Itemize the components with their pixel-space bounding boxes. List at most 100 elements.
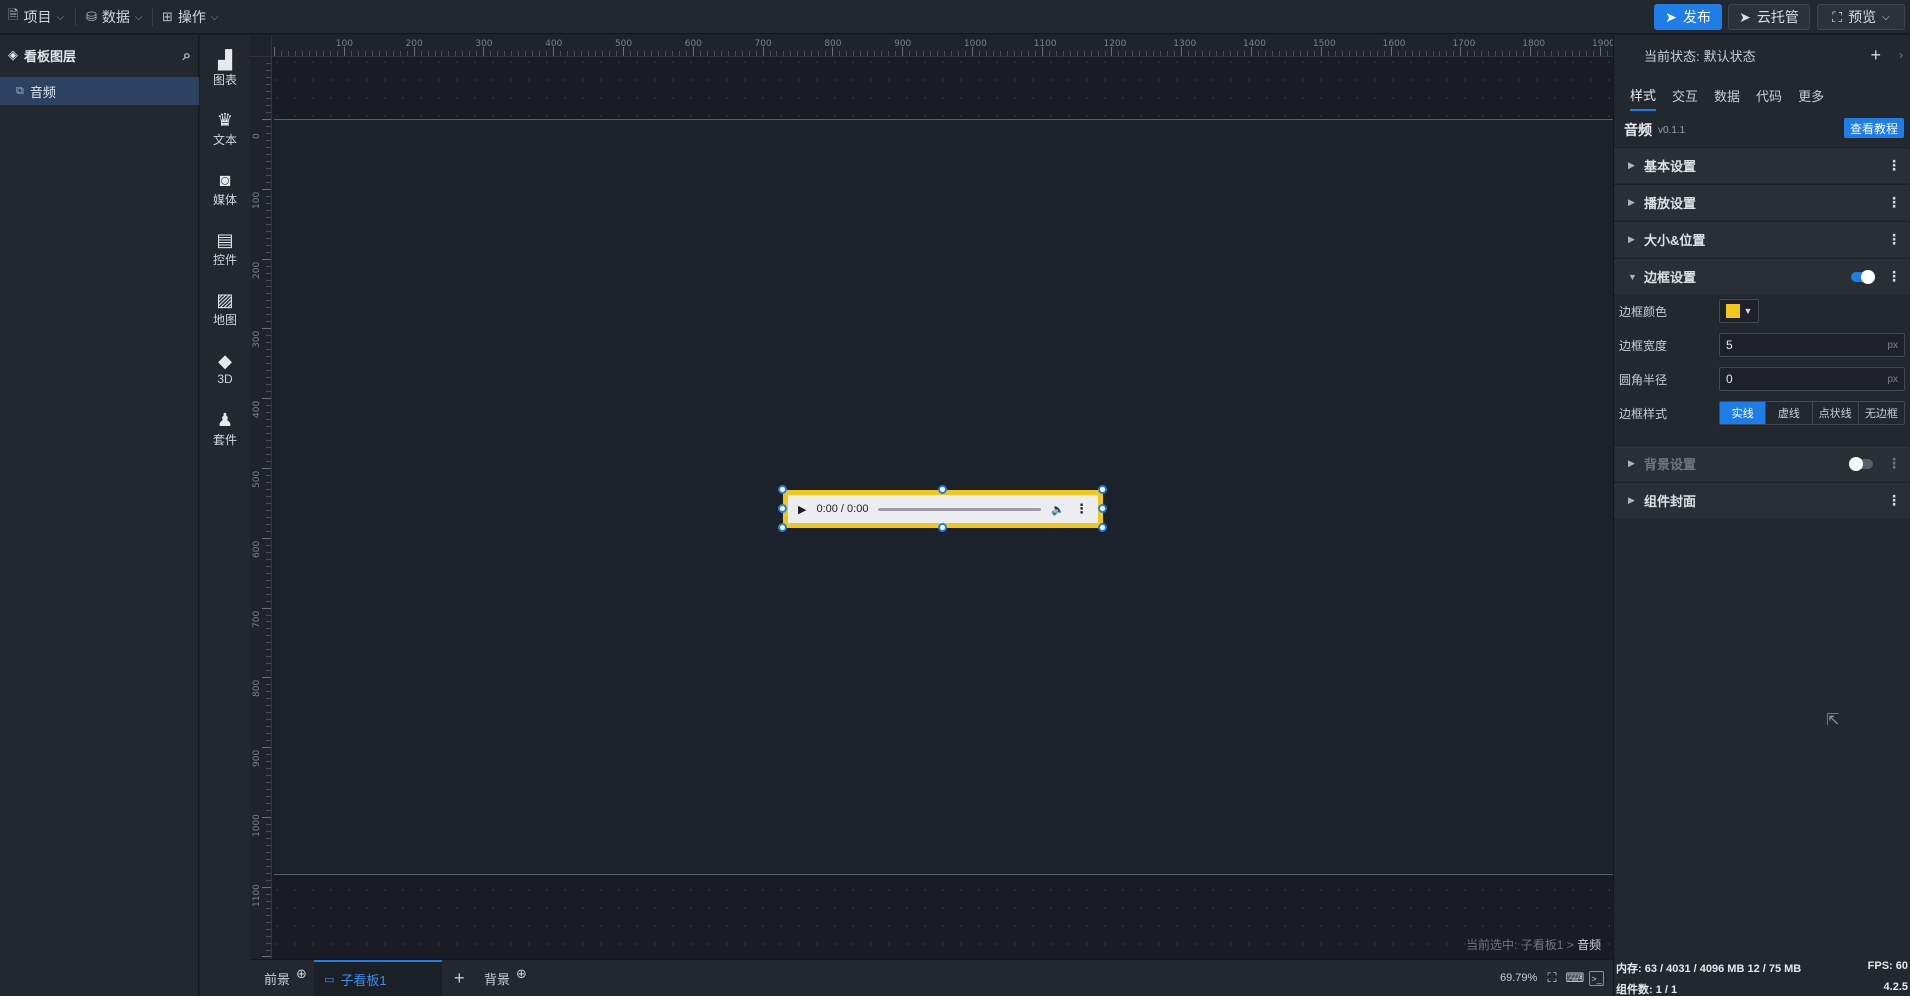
resize-handle-bottom[interactable] [938, 523, 947, 532]
ruler-tick [266, 579, 271, 581]
ruler-tick [266, 656, 271, 658]
fit-screen-icon[interactable]: ⛶ [1543, 969, 1561, 987]
border-style-dashed[interactable]: 虚线 [1765, 402, 1811, 424]
ruler-tick [950, 51, 952, 56]
more-options-icon[interactable]: ⋮ [1075, 501, 1088, 517]
ruler-tick [266, 70, 271, 72]
ruler-tick [734, 51, 736, 56]
resize-handle-top[interactable] [938, 485, 947, 494]
component-media[interactable]: ◙ 媒体 [200, 163, 250, 215]
component-text[interactable]: ♛ 文本 [200, 103, 250, 155]
border-toggle[interactable] [1851, 269, 1875, 284]
ruler-tick [1572, 51, 1574, 56]
ruler-tick [262, 467, 271, 469]
kebab-menu-icon[interactable]: ⋮ [1887, 455, 1901, 472]
border-radius-input[interactable]: 0 px [1719, 367, 1905, 391]
layer-item-audio[interactable]: ⧉ 音频 [0, 77, 199, 105]
tab-sub-board-1[interactable]: ▭ 子看板1 [314, 960, 442, 996]
component-chart[interactable]: ▟ 图表 [200, 43, 250, 95]
volume-icon[interactable]: 🔈 [1051, 503, 1065, 516]
ruler-tick [1453, 51, 1455, 56]
section-background-settings[interactable]: ▶ 背景设置 ⋮ [1614, 445, 1910, 481]
resize-handle-left[interactable] [778, 504, 787, 513]
border-style-segmented: 实线 虚线 点状线 无边框 [1719, 401, 1905, 425]
resize-handle-right[interactable] [1098, 504, 1107, 513]
tab-code[interactable]: 代码 [1756, 79, 1782, 111]
ruler-tick [1153, 51, 1155, 56]
add-tab-button[interactable]: + [448, 960, 471, 996]
view-tutorial-button[interactable]: 查看教程 [1844, 118, 1904, 138]
resize-handle-top-left[interactable] [778, 485, 787, 494]
component-kit[interactable]: ♟ 套件 [200, 403, 250, 455]
publish-button[interactable]: ➤ 发布 [1654, 4, 1722, 30]
section-component-cover[interactable]: ▶ 组件封面 ⋮ [1614, 482, 1910, 518]
ruler-tick [266, 795, 271, 797]
ruler-tick [595, 51, 597, 56]
add-circle-icon[interactable]: ⊕ [516, 966, 527, 982]
kebab-menu-icon[interactable]: ⋮ [1887, 231, 1901, 248]
audio-progress-track[interactable] [878, 507, 1042, 511]
component-widget[interactable]: ▤ 控件 [200, 223, 250, 275]
tab-style[interactable]: 样式 [1630, 79, 1657, 111]
add-circle-icon[interactable]: ⊕ [296, 966, 307, 982]
kebab-menu-icon[interactable]: ⋮ [1887, 268, 1901, 285]
resize-handle-bottom-right[interactable] [1098, 523, 1107, 532]
background-toggle[interactable] [1849, 456, 1873, 471]
ruler-tick [1362, 51, 1364, 56]
keyboard-icon[interactable]: ⌨ [1566, 969, 1585, 987]
tab-data[interactable]: 数据 [1714, 79, 1740, 111]
kebab-menu-icon[interactable]: ⋮ [1887, 157, 1901, 174]
resize-handle-bottom-left[interactable] [778, 523, 787, 532]
chevron-right-icon[interactable]: › [1899, 48, 1903, 62]
section-size-position[interactable]: ▶ 大小&位置 ⋮ [1614, 221, 1910, 257]
ruler-tick [350, 51, 352, 56]
ruler-tick [266, 195, 271, 197]
border-style-none[interactable]: 无边框 [1857, 402, 1904, 424]
section-border-settings[interactable]: ▼ 边框设置 ⋮ [1614, 258, 1910, 294]
ruler-tick [923, 51, 925, 56]
zoom-level[interactable]: 69.79% [1500, 972, 1537, 984]
caret-down-icon: ▼ [1628, 271, 1637, 282]
add-state-icon[interactable]: + [1870, 45, 1881, 66]
ruler-tick [266, 230, 271, 232]
tab-more[interactable]: 更多 [1798, 79, 1824, 111]
top-toolbar: 🗎 项目 ⌵ ⛁ 数据 ⌵ ⊞ 操作 ⌵ ➤ 发布 ➤ 云托管 ⛶ 预览 ⌵ [0, 0, 1910, 34]
ruler-tick [266, 209, 271, 211]
border-style-solid[interactable]: 实线 [1720, 402, 1766, 424]
audio-player[interactable]: ▶ 0:00 / 0:00 🔈 ⋮ [788, 495, 1098, 523]
ruler-label: 1000 [252, 813, 262, 837]
menu-data[interactable]: ⛁ 数据 ⌵ [86, 0, 143, 34]
component-3d[interactable]: ◆ 3D [200, 343, 250, 395]
section-basic-settings[interactable]: ▶ 基本设置 ⋮ [1614, 147, 1910, 183]
ruler-tick [511, 51, 513, 56]
ruler-horizontal[interactable]: 100 200 300 400 500 600 700 800 900 1000 1100 1200 1… [250, 35, 1613, 57]
menu-operation[interactable]: ⊞ 操作 ⌵ [162, 0, 219, 34]
section-playback-settings[interactable]: ▶ 播放设置 ⋮ [1614, 184, 1910, 220]
ruler-tick [1606, 51, 1608, 56]
ruler-tick [1271, 51, 1273, 56]
search-icon[interactable]: ⌕ [183, 47, 191, 64]
ruler-tick [266, 614, 271, 616]
border-width-value: 5 [1726, 338, 1733, 352]
play-icon[interactable]: ▶ [798, 503, 806, 516]
kebab-menu-icon[interactable]: ⋮ [1887, 492, 1901, 509]
terminal-icon[interactable]: >_ [1589, 971, 1604, 986]
menu-project[interactable]: 🗎 项目 ⌵ [8, 0, 64, 34]
cloud-host-button[interactable]: ➤ 云托管 [1728, 4, 1810, 30]
resize-handle-top-right[interactable] [1098, 485, 1107, 494]
ruler-tick [266, 921, 271, 923]
component-map[interactable]: ▨ 地图 [200, 283, 250, 335]
tab-interaction[interactable]: 交互 [1672, 79, 1698, 111]
tab-background[interactable]: 背景 ⊕ [478, 960, 533, 996]
ruler-vertical[interactable]: 0 100 200 300 400 500 600 700 800 900 1000 1100 [250, 35, 272, 959]
ruler-tick [266, 453, 271, 455]
tab-foreground[interactable]: 前景 ⊕ [258, 960, 313, 996]
ruler-tick [525, 51, 527, 56]
state-value[interactable]: 默认状态 [1704, 46, 1756, 65]
border-color-picker[interactable]: ▼ [1719, 299, 1759, 323]
border-width-input[interactable]: 5 px [1719, 333, 1905, 357]
kebab-menu-icon[interactable]: ⋮ [1887, 194, 1901, 211]
ruler-tick [1048, 51, 1050, 56]
preview-button[interactable]: ⛶ 预览 ⌵ [1817, 4, 1905, 30]
border-style-dotted[interactable]: 点状线 [1811, 402, 1858, 424]
